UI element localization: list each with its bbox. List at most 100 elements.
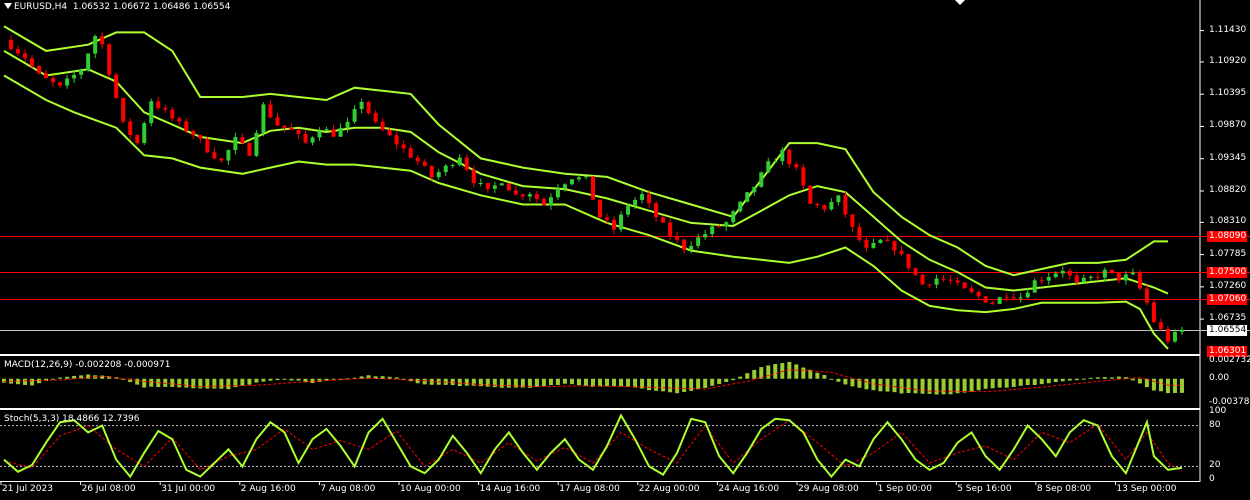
macd-histogram-bar bbox=[605, 378, 610, 387]
macd-histogram-bar bbox=[51, 378, 56, 380]
macd-histogram-bar bbox=[135, 378, 140, 385]
macd-histogram-bar bbox=[1165, 378, 1170, 394]
bear-candle bbox=[920, 274, 925, 285]
bull-candle bbox=[1018, 297, 1023, 299]
bollinger-lower bbox=[3, 74, 1169, 350]
bear-candle bbox=[107, 44, 112, 75]
bull-candle bbox=[548, 197, 553, 206]
macd-histogram-bar bbox=[668, 378, 673, 393]
bull-candle bbox=[324, 129, 329, 131]
macd-histogram-bar bbox=[170, 378, 175, 387]
bull-candle bbox=[499, 183, 504, 186]
bear-candle bbox=[205, 138, 210, 153]
macd-histogram-bar bbox=[541, 378, 546, 387]
bull-candle bbox=[310, 137, 315, 143]
trading-chart[interactable] bbox=[0, 0, 1250, 500]
macd-histogram-bar bbox=[1074, 378, 1079, 381]
bear-candle bbox=[717, 226, 722, 228]
bear-candle bbox=[892, 241, 897, 251]
symbol-menu-icon[interactable] bbox=[4, 3, 12, 9]
macd-histogram-bar bbox=[1011, 378, 1016, 387]
macd-histogram-bar bbox=[976, 378, 981, 391]
bear-candle bbox=[212, 152, 217, 159]
macd-histogram-bar bbox=[1004, 378, 1009, 388]
macd-tick-label: 0.00 bbox=[1209, 372, 1230, 383]
bear-candle bbox=[163, 108, 168, 110]
bear-candle bbox=[121, 97, 126, 122]
bull-candle bbox=[1060, 270, 1065, 274]
macd-histogram-bar bbox=[731, 378, 736, 381]
bear-candle bbox=[654, 203, 659, 218]
bear-candle bbox=[857, 226, 862, 240]
macd-histogram-bar bbox=[1039, 378, 1044, 385]
current-price-tag: 1.06554 bbox=[1207, 324, 1247, 336]
macd-histogram-bar bbox=[1060, 378, 1065, 382]
time-tick-label: 29 Aug 08:00 bbox=[798, 484, 859, 494]
macd-histogram-bar bbox=[647, 378, 652, 391]
bull-candle bbox=[583, 176, 588, 178]
bull-candle bbox=[457, 157, 462, 165]
macd-histogram-bar bbox=[633, 378, 638, 388]
bull-candle bbox=[829, 202, 834, 210]
bear-candle bbox=[941, 278, 946, 280]
bear-candle bbox=[219, 158, 224, 161]
bull-candle bbox=[780, 149, 785, 162]
bull-candle bbox=[871, 242, 876, 248]
bull-candle bbox=[724, 222, 729, 227]
macd-histogram-bar bbox=[205, 378, 210, 389]
stoch-signal-line bbox=[3, 419, 1183, 472]
macd-histogram-bar bbox=[1067, 378, 1072, 381]
macd-histogram-bar bbox=[913, 378, 918, 394]
macd-histogram-bar bbox=[562, 378, 567, 384]
macd-histogram-bar bbox=[240, 378, 245, 386]
bear-candle bbox=[464, 157, 469, 170]
price-tick-label: 1.10395 bbox=[1209, 88, 1247, 99]
bull-candle bbox=[1088, 276, 1093, 278]
macd-histogram-bar bbox=[275, 378, 280, 381]
macd-histogram-bar bbox=[780, 363, 785, 379]
bear-candle bbox=[801, 167, 806, 186]
bull-candle bbox=[149, 101, 154, 124]
macd-histogram-bar bbox=[478, 378, 483, 387]
macd-histogram-bar bbox=[661, 378, 666, 392]
bear-candle bbox=[682, 239, 687, 250]
macd-histogram-bar bbox=[906, 378, 911, 394]
level-price-tag: 1.08090 bbox=[1207, 230, 1247, 242]
time-tick-label: 2 Aug 16:00 bbox=[240, 484, 296, 494]
bear-candle bbox=[850, 214, 855, 227]
price-tick-label: 1.09870 bbox=[1209, 120, 1247, 131]
bull-candle bbox=[254, 132, 259, 156]
time-tick-label: 7 Aug 08:00 bbox=[320, 484, 376, 494]
macd-histogram-bar bbox=[724, 378, 729, 382]
macd-histogram-bar bbox=[149, 378, 154, 387]
macd-histogram-bar bbox=[1130, 378, 1135, 381]
bear-candle bbox=[37, 65, 42, 74]
macd-histogram-bar bbox=[1158, 378, 1163, 392]
bear-candle bbox=[661, 217, 666, 223]
bear-candle bbox=[198, 135, 203, 139]
bull-candle bbox=[689, 245, 694, 250]
bear-candle bbox=[1095, 276, 1100, 278]
chart-header: EURUSD,H4 1.06532 1.06672 1.06486 1.0655… bbox=[14, 2, 230, 12]
bull-candle bbox=[1025, 292, 1030, 298]
bull-candle bbox=[640, 194, 645, 200]
macd-histogram-bar bbox=[261, 378, 266, 382]
macd-histogram-bar bbox=[485, 378, 490, 387]
bull-candle bbox=[1046, 277, 1051, 281]
price-tick-label: 1.07260 bbox=[1209, 280, 1247, 291]
time-tick-label: 8 Sep 08:00 bbox=[1036, 484, 1092, 494]
macd-histogram-bar bbox=[534, 378, 539, 387]
bear-candle bbox=[1144, 288, 1149, 303]
bear-candle bbox=[675, 236, 680, 240]
price-tick-label: 1.07785 bbox=[1209, 248, 1247, 259]
time-tick-label: 14 Aug 16:00 bbox=[479, 484, 541, 494]
macd-histogram-bar bbox=[717, 378, 722, 384]
bear-candle bbox=[1004, 297, 1009, 299]
bull-candle bbox=[65, 78, 70, 86]
bear-candle bbox=[590, 176, 595, 200]
bear-candle bbox=[913, 268, 918, 275]
scroll-marker-icon[interactable] bbox=[955, 0, 965, 5]
macd-histogram-bar bbox=[1046, 378, 1051, 384]
bull-candle bbox=[703, 234, 708, 238]
bull-candle bbox=[997, 297, 1002, 304]
